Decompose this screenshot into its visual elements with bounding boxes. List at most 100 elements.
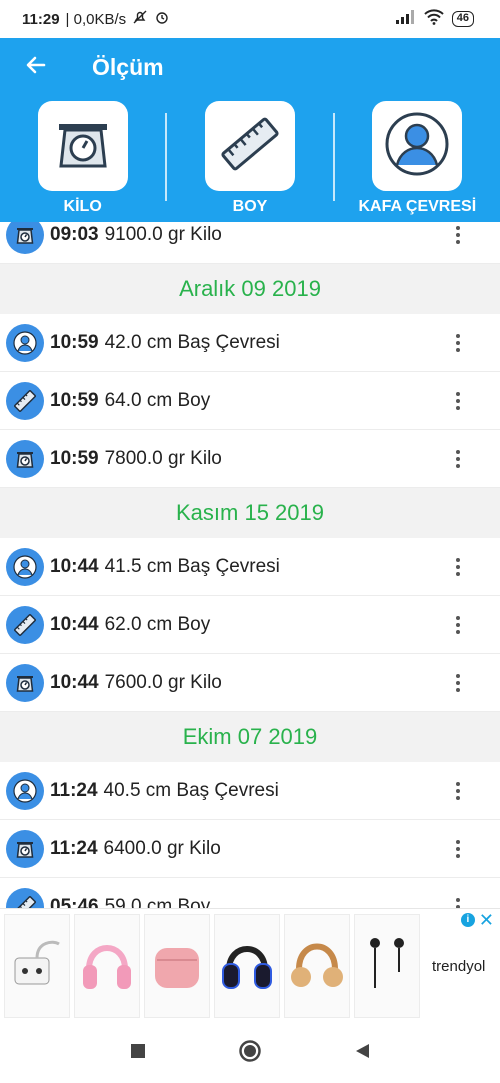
scale-icon — [51, 112, 115, 181]
measurement-time: 10:59 — [50, 389, 99, 411]
ruler-icon — [6, 605, 44, 644]
date-header: Kasım 15 2019 — [0, 488, 500, 538]
close-icon[interactable]: ✕ — [479, 911, 494, 929]
measurement-text: 09:03 9100.0 gr Kilo — [50, 224, 222, 246]
list-item[interactable]: 11:24 40.5 cm Baş Çevresi — [0, 762, 500, 820]
ad-product-black-earphones[interactable] — [354, 914, 420, 1018]
pink-earbuds-case-icon — [149, 932, 205, 1001]
more-options-icon[interactable] — [452, 834, 464, 864]
measurement-text: 10:59 7800.0 gr Kilo — [50, 448, 222, 470]
measurement-text: 11:24 40.5 cm Baş Çevresi — [50, 780, 279, 802]
measurement-time: 09:03 — [50, 223, 99, 245]
date-header: Aralık 09 2019 — [0, 264, 500, 314]
app-bar: Ölçüm — [0, 38, 500, 96]
measurement-time: 05:46 — [50, 895, 99, 909]
more-options-icon[interactable] — [452, 668, 464, 698]
more-options-icon[interactable] — [452, 444, 464, 474]
ad-banner[interactable]: trendyol i ✕ — [0, 908, 500, 1023]
measurement-time: 11:24 — [50, 837, 98, 859]
measurement-text: 11:24 6400.0 gr Kilo — [50, 838, 221, 860]
person-icon — [6, 547, 44, 586]
person-icon — [6, 323, 44, 362]
ad-product-adapter[interactable] — [4, 914, 70, 1018]
status-network-speed: | 0,0KB/s — [65, 10, 127, 28]
list-item[interactable]: 10:59 7800.0 gr Kilo — [0, 430, 500, 488]
circle-icon — [238, 1039, 262, 1068]
measurement-text: 10:44 62.0 cm Boy — [50, 614, 210, 636]
list-item[interactable]: 10:44 62.0 cm Boy — [0, 596, 500, 654]
wifi-icon — [424, 9, 444, 29]
ad-product-gold-headphones[interactable] — [284, 914, 350, 1018]
measurement-value: 62.0 cm Boy — [104, 613, 211, 635]
ad-brand: trendyol — [432, 957, 486, 975]
measurement-value: 6400.0 gr Kilo — [103, 837, 221, 859]
ad-product-pink-earbuds[interactable] — [144, 914, 210, 1018]
signal-icon — [395, 10, 416, 28]
more-options-icon[interactable] — [452, 776, 464, 806]
recents-button[interactable] — [126, 1041, 150, 1065]
scale-icon — [6, 439, 44, 478]
blue-headphones-icon — [219, 932, 275, 1001]
system-navigation-bar — [0, 1023, 500, 1083]
measurement-value: 40.5 cm Baş Çevresi — [103, 779, 279, 801]
measurement-time: 11:24 — [50, 779, 98, 801]
mute-icon — [132, 9, 148, 29]
back-button[interactable] — [18, 49, 54, 85]
tab-weight[interactable]: KİLO — [0, 96, 165, 222]
scale-icon — [6, 663, 44, 702]
list-item[interactable]: 10:44 7600.0 gr Kilo — [0, 654, 500, 712]
measurement-value: 64.0 cm Boy — [104, 389, 211, 411]
measurement-value: 7600.0 gr Kilo — [104, 671, 222, 693]
back-nav-button[interactable] — [350, 1041, 374, 1065]
ad-product-pink-headphones[interactable] — [74, 914, 140, 1018]
tab-weight-label: KİLO — [63, 198, 102, 215]
measurement-time: 10:59 — [50, 447, 99, 469]
more-options-icon[interactable] — [452, 328, 464, 358]
battery-indicator: 46 — [451, 11, 474, 27]
status-time: 11:29 — [22, 10, 60, 28]
more-options-icon[interactable] — [452, 386, 464, 416]
more-options-icon[interactable] — [452, 892, 464, 908]
home-button[interactable] — [238, 1039, 262, 1068]
measurement-time: 10:44 — [50, 555, 99, 577]
ad-product-blue-headphones[interactable] — [214, 914, 280, 1018]
tab-height[interactable]: BOY — [167, 96, 332, 222]
date-header: Ekim 07 2019 — [0, 712, 500, 762]
triangle-back-icon — [353, 1042, 371, 1065]
measurement-value: 42.0 cm Baş Çevresi — [104, 331, 280, 353]
measurement-value: 41.5 cm Baş Çevresi — [104, 555, 280, 577]
list-item[interactable]: 09:03 9100.0 gr Kilo — [0, 222, 500, 264]
measurement-text: 10:59 42.0 cm Baş Çevresi — [50, 332, 280, 354]
scale-icon — [6, 829, 44, 868]
square-icon — [130, 1043, 146, 1064]
measurement-time: 10:44 — [50, 671, 99, 693]
measurement-text: 05:46 59.0 cm Boy — [50, 896, 210, 909]
person-icon — [6, 771, 44, 810]
measurement-type-tabs: KİLO BOY KAFA ÇEVRESİ — [0, 96, 500, 222]
measurement-value: 59.0 cm Boy — [104, 895, 211, 909]
ruler-icon — [6, 381, 44, 420]
list-item[interactable]: 10:59 42.0 cm Baş Çevresi — [0, 314, 500, 372]
more-options-icon[interactable] — [452, 222, 464, 250]
more-options-icon[interactable] — [452, 552, 464, 582]
list-item[interactable]: 10:44 41.5 cm Baş Çevresi — [0, 538, 500, 596]
status-bar: 11:29 | 0,0KB/s 46 — [0, 0, 500, 38]
ruler-icon — [218, 112, 282, 181]
pink-headphones-icon — [79, 929, 135, 1004]
gold-headphones-icon — [289, 929, 345, 1004]
more-options-icon[interactable] — [452, 610, 464, 640]
black-earphones-icon — [359, 929, 415, 1004]
measurement-text: 10:59 64.0 cm Boy — [50, 390, 210, 412]
measurement-list[interactable]: 09:03 9100.0 gr Kilo Aralık 09 2019 10:59 42… — [0, 222, 500, 908]
list-item[interactable]: 05:46 59.0 cm Boy — [0, 878, 500, 908]
audio-adapter-icon — [9, 934, 65, 999]
arrow-left-icon — [24, 53, 48, 82]
list-item[interactable]: 10:59 64.0 cm Boy — [0, 372, 500, 430]
measurement-time: 10:44 — [50, 613, 99, 635]
page-title: Ölçüm — [92, 53, 164, 80]
ad-info-icon[interactable]: i — [460, 913, 475, 927]
measurement-value: 9100.0 gr Kilo — [104, 223, 222, 245]
tab-height-label: BOY — [232, 198, 268, 215]
list-item[interactable]: 11:24 6400.0 gr Kilo — [0, 820, 500, 878]
tab-head-circumference[interactable]: KAFA ÇEVRESİ — [335, 96, 500, 222]
